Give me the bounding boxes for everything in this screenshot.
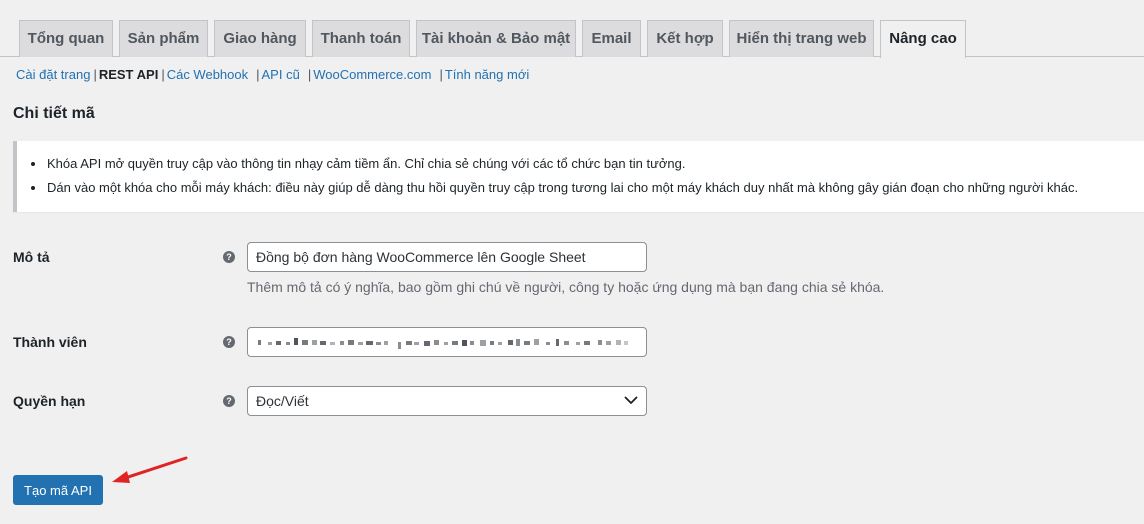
tab-general[interactable]: Tổng quan: [19, 20, 113, 57]
annotation-arrow-icon: [112, 456, 188, 483]
user-select[interactable]: [247, 327, 647, 357]
tab-emails[interactable]: Email: [582, 20, 641, 57]
advanced-subnav: Cài đặt trang | REST API | Các Webhook | API c…: [16, 67, 529, 83]
generate-api-key-button[interactable]: Tạo mã API: [13, 475, 103, 505]
subnav-separator: |: [161, 67, 165, 82]
permissions-selected-value: Đọc/Viết: [256, 393, 309, 409]
description-input[interactable]: Đồng bộ đơn hàng WooCommerce lên Google …: [247, 242, 647, 272]
notice-item: Dán vào một khóa cho mỗi máy khách: điều…: [30, 180, 1079, 195]
permissions-label: Quyền hạn: [13, 393, 86, 409]
info-notice: Khóa API mở quyền truy cập vào thông tin…: [13, 141, 1144, 212]
subnav-features[interactable]: Tính năng mới: [445, 67, 529, 82]
help-icon[interactable]: ?: [223, 251, 235, 263]
tab-advanced[interactable]: Nâng cao: [880, 20, 966, 58]
page-title: Chi tiết mã: [13, 105, 95, 122]
tab-products[interactable]: Sản phẩm: [119, 20, 208, 57]
user-label: Thành viên: [13, 334, 87, 350]
tab-site-visibility[interactable]: Hiển thị trang web: [729, 20, 874, 57]
subnav-rest-api[interactable]: REST API: [99, 67, 158, 82]
subnav-separator: |: [439, 67, 443, 82]
help-icon[interactable]: ?: [223, 336, 235, 348]
subnav-webhooks[interactable]: Các Webhook: [167, 67, 248, 82]
settings-tab-bar: Tổng quan Sản phẩm Giao hàng Thanh toán …: [0, 0, 1144, 58]
subnav-woocommerce-com[interactable]: WooCommerce.com: [313, 67, 431, 82]
subnav-separator: |: [93, 67, 97, 82]
description-hint: Thêm mô tả có ý nghĩa, bao gồm ghi chú v…: [247, 279, 885, 295]
tab-shipping[interactable]: Giao hàng: [214, 20, 306, 57]
tab-accounts-privacy[interactable]: Tài khoản & Bảo mật: [416, 20, 576, 57]
tab-payments[interactable]: Thanh toán: [312, 20, 410, 57]
redacted-user-value: [258, 338, 628, 349]
chevron-down-icon: [624, 396, 638, 404]
permissions-select[interactable]: Đọc/Viết: [247, 386, 647, 416]
description-label: Mô tả: [13, 249, 50, 265]
subnav-legacy-api[interactable]: API cũ: [262, 67, 300, 82]
help-icon[interactable]: ?: [223, 395, 235, 407]
notice-item: Khóa API mở quyền truy cập vào thông tin…: [30, 156, 686, 171]
subnav-page-setup[interactable]: Cài đặt trang: [16, 67, 90, 82]
tab-integration[interactable]: Kết hợp: [647, 20, 723, 57]
subnav-separator: |: [307, 67, 312, 82]
subnav-separator: |: [256, 67, 260, 82]
